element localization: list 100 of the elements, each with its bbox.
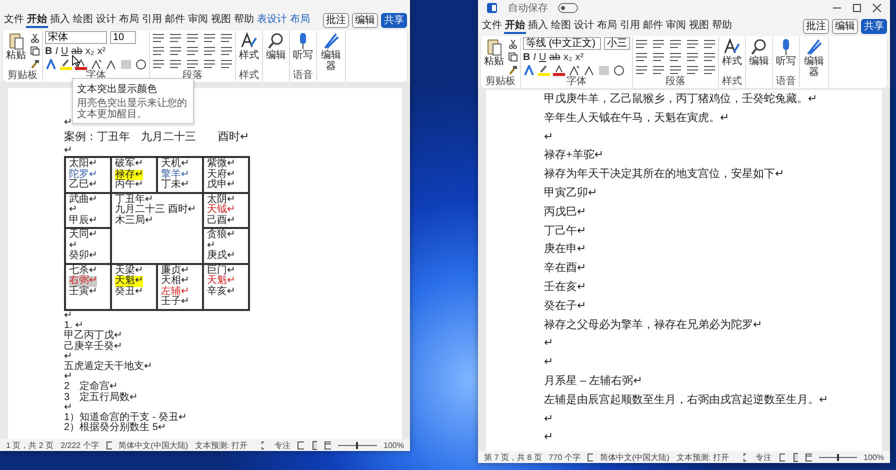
ribbon-tab[interactable]: 文件: [3, 12, 25, 28]
format-button[interactable]: ab: [549, 52, 560, 63]
maximize-icon[interactable]: [852, 3, 862, 13]
web-layout-icon[interactable]: [324, 440, 331, 450]
table-cell-text: 太阴↵: [207, 194, 236, 205]
document-paragraph: 壬在亥↵: [544, 280, 588, 295]
ribbon-tab[interactable]: 帮助: [233, 12, 255, 28]
close-icon[interactable]: [872, 3, 882, 13]
status-text: 文本预测: 打开: [194, 440, 248, 450]
font-color-icon[interactable]: [75, 59, 87, 70]
grow-font-icon[interactable]: [568, 65, 580, 76]
paste-button[interactable]: 粘贴: [5, 31, 27, 62]
brush-icon[interactable]: [30, 59, 40, 69]
format-button[interactable]: B: [523, 52, 530, 63]
table-cell-text: 廉贞↵: [161, 266, 190, 276]
ribbon-action-button[interactable]: 共享: [381, 12, 407, 28]
document-paragraph: ↵: [544, 355, 554, 370]
focus-label[interactable]: 专注: [756, 452, 772, 462]
editing-button[interactable]: 编辑: [748, 37, 770, 68]
ribbon-action-button[interactable]: 共享: [861, 18, 887, 34]
ribbon-tab[interactable]: 邮件: [164, 12, 186, 28]
align-left-icon[interactable]: [635, 52, 648, 62]
highlighter-icon[interactable]: [538, 65, 550, 76]
align-left-icon[interactable]: [152, 46, 165, 56]
focus-icon[interactable]: [742, 452, 749, 462]
table-cell-text: 戊申↵: [207, 180, 236, 191]
grow-font-icon[interactable]: [90, 59, 102, 70]
ribbon-tab[interactable]: 表设计: [256, 12, 288, 28]
zoom-level[interactable]: 100%: [384, 440, 404, 450]
font-size-field[interactable]: 小三: [604, 37, 630, 50]
shrink-font-icon[interactable]: [583, 65, 595, 76]
paste-button[interactable]: 粘贴: [483, 37, 505, 68]
format-button[interactable]: x²: [97, 46, 106, 57]
font-name-field[interactable]: 宋体: [45, 31, 107, 44]
brush-icon[interactable]: [508, 65, 518, 75]
document-paragraph: 庚在申↵: [544, 242, 588, 258]
styles-button[interactable]: 样式: [721, 37, 743, 68]
scissors-icon[interactable]: [508, 39, 518, 49]
ribbon-tab[interactable]: 邮件: [642, 18, 664, 34]
print-layout-icon[interactable]: [792, 452, 798, 462]
ribbon-tab[interactable]: 插入: [527, 18, 549, 34]
pen-icon: [805, 38, 823, 56]
font-name-field[interactable]: 等线 (中文正文): [523, 37, 601, 50]
document-paragraph: 3 定五行局数↵: [64, 392, 139, 403]
zoom-level[interactable]: 100%: [864, 452, 884, 462]
ribbon-tab[interactable]: 审阅: [187, 12, 209, 28]
format-button[interactable]: U: [61, 46, 68, 57]
styles-button[interactable]: 样式: [238, 31, 260, 62]
ribbon-tab[interactable]: 布局: [289, 12, 311, 28]
ribbon-tab[interactable]: 设计: [95, 12, 117, 28]
font-size-field[interactable]: 10: [110, 31, 136, 44]
text-effects-icon[interactable]: [523, 65, 535, 76]
ribbon-tab[interactable]: 插入: [49, 12, 71, 28]
ribbon-tab[interactable]: 审阅: [665, 18, 687, 34]
ribbon-tab[interactable]: 视图: [210, 12, 232, 28]
text-effects-icon[interactable]: [45, 59, 57, 70]
editor-button[interactable]: 编辑器: [802, 37, 826, 79]
print-layout-icon[interactable]: [310, 440, 318, 450]
scissors-icon[interactable]: [30, 33, 40, 43]
enclose-char-icon[interactable]: [135, 59, 147, 70]
format-button[interactable]: ab: [71, 46, 82, 57]
ribbon-action-button[interactable]: 编辑: [352, 12, 378, 28]
ribbon-action-button[interactable]: 批注: [803, 18, 829, 34]
ribbon-tab[interactable]: 设计: [573, 18, 595, 34]
font-color-icon[interactable]: [553, 65, 565, 76]
dictate-button[interactable]: 听写: [292, 31, 314, 62]
highlighter-icon[interactable]: [60, 59, 72, 70]
document-paragraph: 2）根据癸分别数生 5↵: [64, 423, 168, 434]
ribbon-action-button[interactable]: 编辑: [832, 18, 858, 34]
enclose-char-icon[interactable]: [613, 65, 625, 76]
autosave-toggle[interactable]: [558, 3, 578, 13]
editor-button[interactable]: 编辑器: [319, 31, 343, 73]
editing-button[interactable]: 编辑: [265, 31, 287, 62]
format-button[interactable]: U: [539, 52, 546, 63]
ribbon-tab[interactable]: 开始: [26, 12, 48, 28]
focus-label[interactable]: 专注: [274, 440, 290, 450]
copy-icon[interactable]: [30, 46, 40, 56]
ribbon-tab[interactable]: 绘图: [550, 18, 572, 34]
ribbon-tab[interactable]: 文件: [481, 18, 503, 34]
dictate-button[interactable]: 听写: [775, 37, 797, 68]
web-layout-icon[interactable]: [805, 452, 812, 462]
format-button[interactable]: I: [533, 52, 536, 63]
ribbon-tab[interactable]: 开始: [504, 18, 526, 34]
format-button[interactable]: I: [55, 46, 58, 57]
ribbon-tab[interactable]: 帮助: [711, 18, 733, 34]
ribbon-tab[interactable]: 引用: [619, 18, 641, 34]
copy-icon[interactable]: [508, 52, 518, 62]
format-button[interactable]: B: [45, 46, 52, 57]
format-button[interactable]: x₂: [85, 46, 94, 57]
ribbon-tab[interactable]: 视图: [688, 18, 710, 34]
format-button[interactable]: x²: [575, 52, 584, 63]
ribbon-tab[interactable]: 绘图: [72, 12, 94, 28]
status-text: 770 个字: [548, 452, 580, 462]
search-icon: [267, 32, 285, 50]
format-button[interactable]: x₂: [563, 52, 572, 63]
ribbon-tab[interactable]: 布局: [596, 18, 618, 34]
ribbon-tab[interactable]: 引用: [141, 12, 163, 28]
ribbon-tab[interactable]: 布局: [118, 12, 140, 28]
ribbon-action-button[interactable]: 批注: [323, 12, 349, 28]
shrink-font-icon[interactable]: [105, 59, 117, 70]
